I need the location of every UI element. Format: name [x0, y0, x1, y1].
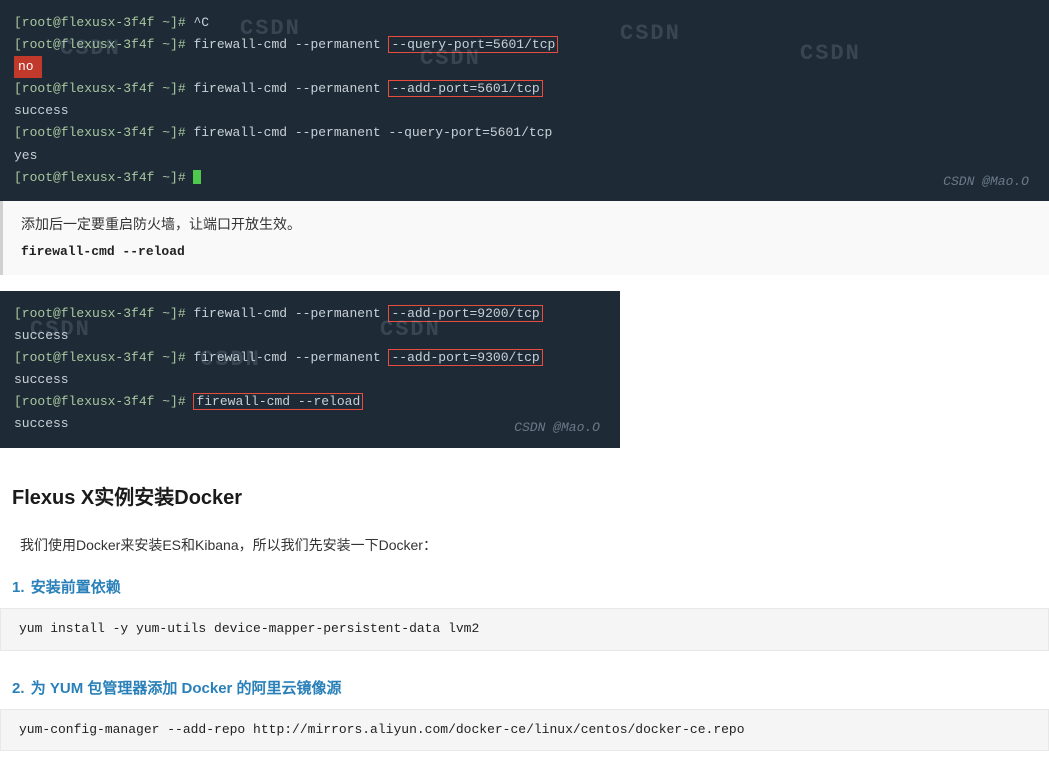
info-box-firewall: 添加后一定要重启防火墙，让端口开放生效。 firewall-cmd --relo… [0, 201, 1049, 275]
terminal-line-prompt-end: [root@flexusx-3f4f ~]# [14, 167, 1035, 189]
docker-section-heading: Flexus X实例安装Docker [0, 464, 1049, 524]
terminal-line-yes: yes [14, 145, 1035, 167]
terminal-line-query2-5601: [root@flexusx-3f4f ~]# firewall-cmd --pe… [14, 122, 1035, 144]
step2-title: 为 YUM 包管理器添加 Docker 的阿里云镜像源 [31, 680, 342, 697]
docker-intro-text: 我们使用Docker来安装ES和Kibana，所以我们先安装一下Docker： [0, 524, 1049, 566]
step2-code: yum-config-manager --add-repo http://mir… [0, 709, 1049, 752]
step2-heading: 2. 为 YUM 包管理器添加 Docker 的阿里云镜像源 [0, 667, 1049, 707]
step1-title: 安装前置依赖 [31, 579, 121, 596]
page-container: CSDN CSDN CSDN CSDN CSDN [root@flexusx-3… [0, 0, 1049, 771]
step2-num: 2. [12, 680, 25, 697]
terminal-line-success-1: success [14, 100, 1035, 122]
step1-num: 1. [12, 579, 25, 596]
terminal-line-ctrl-c: [root@flexusx-3f4f ~]# ^C [14, 12, 1035, 34]
terminal-line-no: no [14, 56, 1035, 78]
step1-heading: 1. 安装前置依赖 [0, 566, 1049, 606]
terminal2-success-2: success [14, 369, 606, 391]
step1-code: yum install -y yum-utils device-mapper-p… [0, 608, 1049, 651]
terminal2-line-reload: [root@flexusx-3f4f ~]# firewall-cmd --re… [14, 391, 606, 413]
terminal2-line-add-9300: [root@flexusx-3f4f ~]# firewall-cmd --pe… [14, 347, 606, 369]
terminal-line-query-5601: [root@flexusx-3f4f ~]# firewall-cmd --pe… [14, 34, 1035, 56]
terminal-line-add-5601: [root@flexusx-3f4f ~]# firewall-cmd --pe… [14, 78, 1035, 100]
terminal-block-2: CSDN CSDN CSDN [root@flexusx-3f4f ~]# fi… [0, 291, 620, 448]
terminal2-line-add-9200: [root@flexusx-3f4f ~]# firewall-cmd --pe… [14, 303, 606, 325]
info-code-reload: firewall-cmd --reload [21, 244, 185, 259]
csdn-credit-2: CSDN @Mao.O [514, 417, 600, 439]
info-note-text: 添加后一定要重启防火墙，让端口开放生效。 [21, 213, 1031, 235]
terminal2-success-1: success [14, 325, 606, 347]
terminal-block-1: CSDN CSDN CSDN CSDN CSDN [root@flexusx-3… [0, 0, 1049, 201]
csdn-credit-1: CSDN @Mao.O [943, 171, 1029, 193]
